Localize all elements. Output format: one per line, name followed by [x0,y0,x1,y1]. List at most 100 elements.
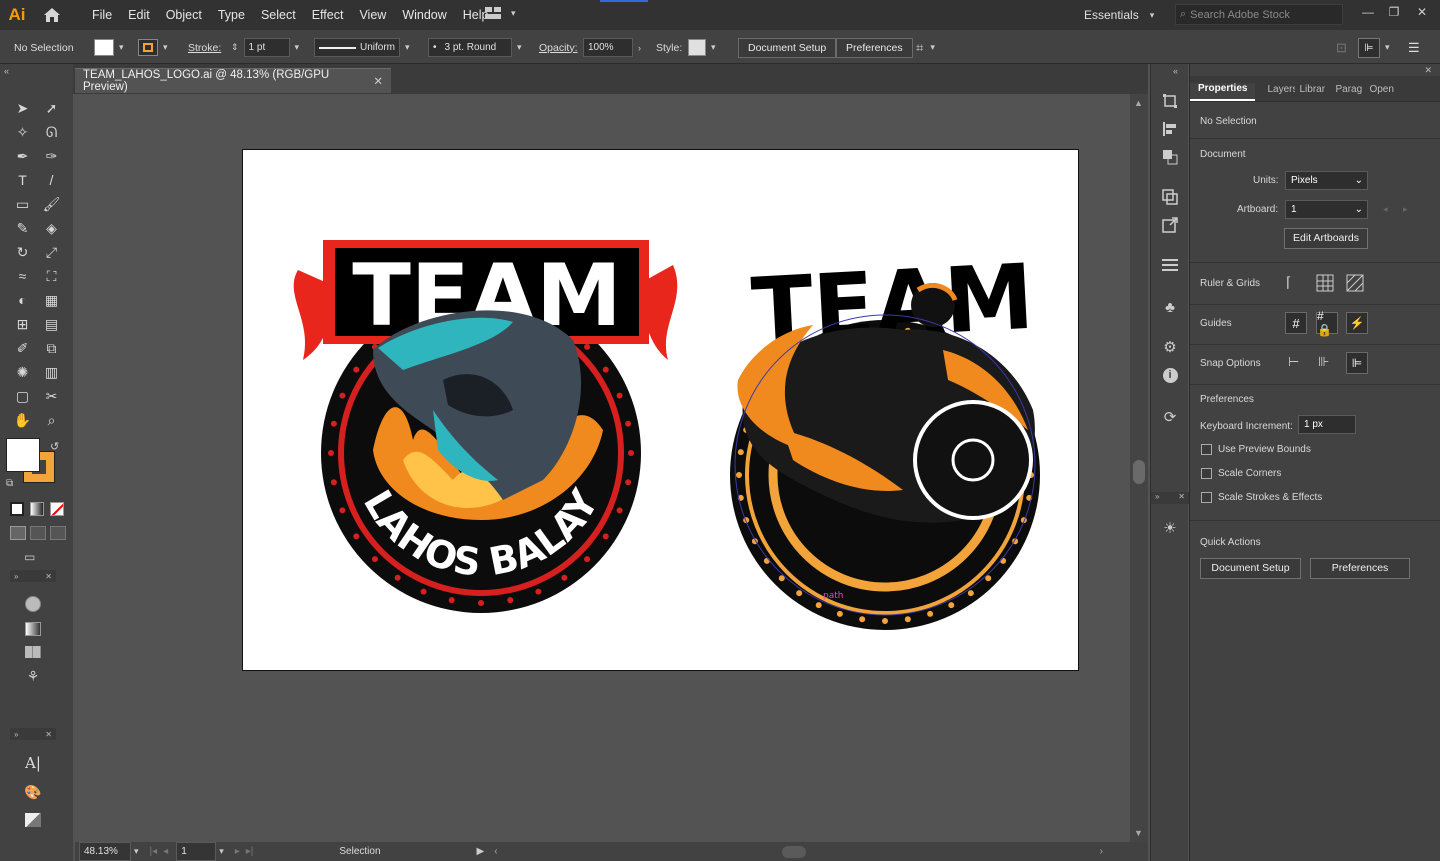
stroke-weight-field[interactable]: ⇕ 1 pt ▾ [228,38,302,57]
scroll-up-icon[interactable]: ▲ [1134,98,1143,108]
gradient-mode-icon[interactable] [30,502,44,516]
first-artboard-icon[interactable]: |◂ [150,846,158,857]
swatches-icon[interactable] [25,646,41,658]
tab-paragraph[interactable]: Parag [1331,84,1365,101]
scroll-down-icon[interactable]: ▼ [1134,828,1143,838]
close-panel-icon[interactable]: ✕ [45,730,52,739]
logo-team-lahos-balay[interactable]: TEAM LAHOS BALAY [293,240,678,613]
lasso-tool-icon[interactable]: ᘏ [37,120,66,144]
chevron-down-icon[interactable]: ▾ [402,42,413,53]
rectangle-tool-icon[interactable]: ▭ [8,192,37,216]
free-transform-tool-icon[interactable]: ⛶ [37,264,66,288]
graphic-style-picker[interactable]: ▾ [688,38,719,57]
scale-strokes-checkbox[interactable] [1201,492,1212,503]
vertical-scrollbar[interactable]: ▲ ▼ [1130,94,1148,842]
opacity-field[interactable]: 100% › [583,38,644,57]
gradient-panel-icon[interactable] [25,622,41,636]
grid-icon[interactable] [1316,274,1338,296]
edit-artboards-button[interactable]: Edit Artboards [1284,228,1368,249]
default-colors-icon[interactable]: ⧉ [6,478,13,489]
draw-normal-icon[interactable] [10,526,26,540]
shaper-tool-icon[interactable]: ✎ [8,216,37,240]
character-icon[interactable]: A| [25,754,41,772]
quick-preferences-button[interactable]: Preferences [1310,558,1410,579]
curvature-tool-icon[interactable]: ✑ [37,144,66,168]
snap-to-pixel-icon[interactable]: ⊪ [1318,354,1329,370]
scale-corners-checkbox[interactable] [1201,468,1212,479]
last-artboard-icon[interactable]: ▸| [246,846,254,857]
zoom-field[interactable]: 48.13% [79,842,131,861]
transform-panel-icon[interactable] [1159,90,1181,112]
fill-stroke-widget[interactable]: ↺ ⧉ [6,438,66,498]
align-panel-button[interactable]: ⊫ ▾ [1358,37,1393,58]
artboard[interactable]: TEAM LAHOS BALAY TEAM path [242,149,1079,671]
workspace-switcher[interactable]: Essentials ▾ [1076,0,1165,30]
shape-builder-tool-icon[interactable]: ◐ [8,288,37,312]
snap-to-glyph-icon[interactable]: ⊫ [1346,352,1368,374]
artboard-tool-icon[interactable]: ▢ [8,384,37,408]
menu-object[interactable]: Object [158,0,210,30]
pathfinder-icon[interactable] [1159,146,1181,168]
menu-view[interactable]: View [351,0,394,30]
expand-panels-icon[interactable]: » [14,572,18,581]
magic-wand-tool-icon[interactable]: ✧ [8,120,37,144]
stroke-swatch[interactable] [138,39,158,56]
units-select[interactable]: Pixels ⌄ [1285,171,1368,190]
fill-swatch-control[interactable]: ▾ [94,38,127,57]
close-panel-icon[interactable]: ✕ [1424,65,1432,76]
document-setup-button[interactable]: Document Setup [738,37,837,58]
logo-team-motorbike[interactable]: TEAM path [730,245,1040,630]
chevron-right-icon[interactable]: › [635,43,644,53]
close-panel-icon[interactable]: ✕ [1178,492,1185,504]
chevron-down-icon[interactable]: ▾ [514,42,525,53]
selection-tool-icon[interactable]: ➤ [8,96,37,120]
minimize-button[interactable]: — [1356,2,1380,22]
next-artboard-icon[interactable]: ▸ [1403,204,1408,215]
horizontal-scroll-thumb[interactable] [781,845,806,858]
fill-box[interactable] [6,438,40,472]
preferences-button[interactable]: Preferences [836,37,913,58]
restore-button[interactable]: ❐ [1382,2,1406,22]
panel-menu-icon[interactable]: ☰ [1408,38,1420,57]
puppet-warp-icon[interactable]: ⚘ [27,668,40,685]
select-similar-button[interactable]: ⌗ ▾ [916,38,938,57]
tab-libraries[interactable]: Librar [1295,84,1331,101]
use-preview-bounds-checkbox[interactable] [1201,444,1212,455]
fill-swatch[interactable] [94,39,114,56]
prev-artboard-icon[interactable]: ◂ [1383,204,1388,215]
show-guides-icon[interactable]: # [1285,312,1307,334]
lock-guides-icon[interactable]: #🔒 [1316,309,1338,337]
draw-behind-icon[interactable] [30,526,46,540]
draw-inside-icon[interactable] [50,526,66,540]
none-mode-icon[interactable] [50,502,64,516]
slice-tool-icon[interactable]: ✂ [37,384,66,408]
status-menu-icon[interactable]: ▶ [477,846,485,857]
artboards-panel-icon[interactable] [1159,186,1181,208]
appearance-icon[interactable] [25,596,41,612]
scale-tool-icon[interactable]: ⤢ [37,240,66,264]
color-guide-icon[interactable]: 🎨 [24,784,41,801]
line-segment-tool-icon[interactable]: / [37,168,66,192]
artboard-select[interactable]: 1 ⌄ [1285,200,1368,219]
stroke-panel-icon[interactable] [1159,254,1181,276]
stroke-swatch-control[interactable]: ▾ [138,38,171,57]
navigator-icon[interactable]: ⟳ [1159,406,1181,428]
tab-properties[interactable]: Properties [1190,83,1256,101]
arrange-documents-button[interactable]: ▾ [484,6,519,20]
stroke-label[interactable]: Stroke: [188,38,221,57]
scroll-thumb[interactable] [1133,460,1145,484]
perspective-grid-tool-icon[interactable]: ▦ [37,288,66,312]
stroke-weight-input[interactable]: 1 pt [243,38,290,57]
tab-opentype[interactable]: Open [1365,84,1397,101]
close-window-button[interactable]: ✕ [1410,2,1434,22]
transparency-grid-icon[interactable] [1346,274,1368,296]
close-tab-icon[interactable]: ✕ [373,74,383,88]
document-tab[interactable]: TEAM_LAHOS_LOGO.ai @ 48.13% (RGB/GPU Pre… [75,68,391,93]
swap-fill-stroke-icon[interactable]: ↺ [50,440,59,453]
eraser-tool-icon[interactable]: ◈ [37,216,66,240]
mesh-tool-icon[interactable]: ⊞ [8,312,37,336]
hand-tool-icon[interactable]: ✋ [8,408,37,432]
screen-mode-icon[interactable]: ▭ [24,550,46,566]
home-icon[interactable] [34,0,70,30]
brush-definition[interactable]: • 3 pt. Round ▾ [428,38,525,57]
